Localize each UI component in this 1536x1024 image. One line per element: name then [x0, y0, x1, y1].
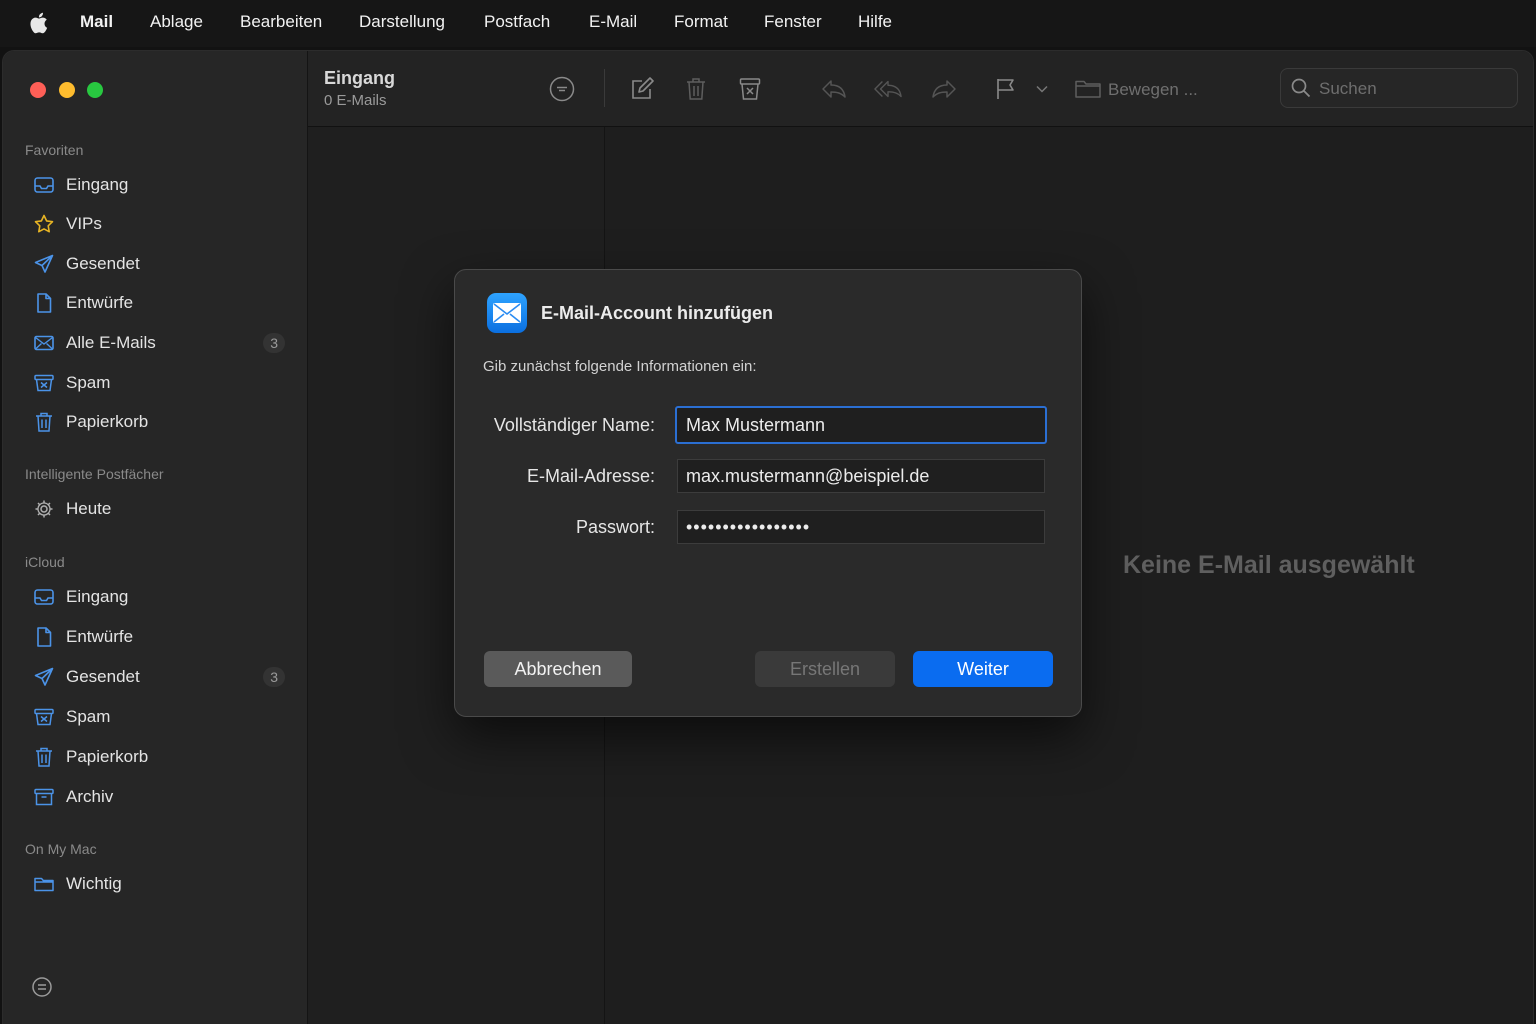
sidebar-item-fav-papierkorb[interactable]: Papierkorb [33, 405, 295, 439]
envelope-icon [33, 332, 55, 354]
compose-icon[interactable] [628, 76, 656, 102]
sidebar-item-label: Wichtig [66, 874, 122, 893]
sidebar-item-label: Spam [66, 373, 111, 392]
sidebar-item-label: Papierkorb [66, 412, 149, 431]
search-placeholder: Suchen [1319, 79, 1377, 98]
mailbox-behavior-icon[interactable] [31, 976, 53, 998]
dialog-title: E-Mail-Account hinzufügen [541, 303, 773, 323]
no-selection-message: Keine E-Mail ausgewählt [1123, 551, 1415, 579]
sidebar-item-label: Eingang [66, 175, 129, 194]
search-field[interactable]: Suchen [1280, 68, 1518, 108]
sidebar-item-heute[interactable]: Heute [33, 492, 295, 526]
add-account-dialog: E-Mail-Account hinzufügen Gib zunächst f… [454, 269, 1082, 717]
email-input[interactable] [677, 459, 1045, 493]
section-title-smart: Intelligente Postfächer [25, 466, 164, 482]
search-icon [1291, 78, 1311, 98]
toolbar: Eingang 0 E-Mails Bewegen ... Suchen [308, 51, 1533, 127]
apple-logo-icon[interactable] [27, 11, 49, 35]
sidebar-item-icloud-spam[interactable]: Spam [33, 700, 295, 734]
password-label: Passwort: [575, 517, 655, 537]
section-title-icloud: iCloud [25, 554, 65, 570]
junk-icon [33, 706, 55, 728]
sidebar-item-label: Alle E-Mails [66, 333, 156, 352]
chevron-down-icon[interactable] [1028, 76, 1056, 102]
sidebar-item-label: Gesendet [66, 667, 140, 686]
inbox-icon [33, 586, 55, 608]
next-button[interactable]: Weiter [913, 651, 1053, 687]
menu-bar: Mail Ablage Bearbeiten Darstellung Postf… [0, 0, 1536, 47]
create-button[interactable]: Erstellen [755, 651, 895, 687]
sidebar-item-label: Entwürfe [66, 627, 134, 646]
menu-hilfe[interactable]: Hilfe [858, 12, 892, 32]
paperplane-icon [33, 253, 55, 275]
trash-icon [33, 746, 55, 768]
dialog-intro: Gib zunächst folgende Informationen ein: [483, 358, 757, 375]
cancel-button[interactable]: Abbrechen [484, 651, 632, 687]
minimize-window-button[interactable] [59, 82, 75, 98]
menu-bearbeiten[interactable]: Bearbeiten [240, 12, 322, 32]
trash-icon [33, 411, 55, 433]
document-icon [33, 626, 55, 648]
sidebar-item-icloud-archiv[interactable]: Archiv [33, 780, 295, 814]
menu-format[interactable]: Format [674, 12, 728, 32]
sidebar-item-label: Eingang [66, 587, 129, 606]
password-input[interactable] [677, 510, 1045, 544]
sidebar-item-wichtig[interactable]: Wichtig [33, 867, 295, 901]
menu-email[interactable]: E-Mail [589, 12, 637, 32]
filter-icon[interactable] [548, 76, 576, 102]
delete-icon[interactable] [682, 76, 710, 102]
archive-icon [33, 786, 55, 808]
sidebar-item-label: Entwürfe [66, 293, 134, 312]
sidebar-item-label: Gesendet [66, 254, 140, 273]
name-label: Vollständiger Name: [493, 415, 655, 435]
document-icon [33, 292, 55, 314]
sidebar-item-icloud-gesendet[interactable]: Gesendet 3 [33, 660, 295, 694]
unread-count-badge: 3 [263, 333, 285, 353]
toolbar-separator [604, 69, 605, 107]
menu-postfach[interactable]: Postfach [484, 12, 550, 32]
menu-fenster[interactable]: Fenster [764, 12, 822, 32]
sidebar-item-label: VIPs [66, 214, 102, 233]
email-label: E-Mail-Adresse: [526, 466, 655, 486]
zoom-window-button[interactable] [87, 82, 103, 98]
sidebar-item-label: Archiv [66, 787, 114, 806]
paperplane-icon [33, 666, 55, 688]
menu-ablage[interactable]: Ablage [150, 12, 203, 32]
sidebar-item-fav-alle-emails[interactable]: Alle E-Mails 3 [33, 326, 295, 360]
forward-icon[interactable] [930, 76, 958, 102]
sidebar-item-label: Papierkorb [66, 747, 149, 766]
sidebar-item-icloud-papierkorb[interactable]: Papierkorb [33, 740, 295, 774]
sidebar-item-fav-vips[interactable]: VIPs [33, 207, 295, 241]
menu-darstellung[interactable]: Darstellung [359, 12, 445, 32]
close-window-button[interactable] [30, 82, 46, 98]
unread-count-badge: 3 [263, 667, 285, 687]
sidebar-item-fav-eingang[interactable]: Eingang [33, 168, 295, 202]
junk-icon[interactable] [736, 76, 764, 102]
reply-icon[interactable] [820, 76, 848, 102]
sidebar-item-icloud-eingang[interactable]: Eingang [33, 580, 295, 614]
gear-icon [33, 498, 55, 520]
star-icon [33, 213, 55, 235]
inbox-icon [33, 174, 55, 196]
mailbox-title: Eingang [324, 68, 395, 88]
junk-icon [33, 372, 55, 394]
move-button-label[interactable]: Bewegen ... [1108, 80, 1198, 100]
sidebar-item-fav-entwuerfe[interactable]: Entwürfe [33, 286, 295, 320]
folder-icon [33, 873, 55, 895]
sidebar: Favoriten Eingang VIPs Gesendet Entwürfe [3, 51, 308, 1024]
reply-all-icon[interactable] [874, 76, 902, 102]
sidebar-item-label: Spam [66, 707, 111, 726]
move-folder-icon[interactable] [1074, 76, 1102, 102]
full-name-input[interactable] [675, 406, 1047, 444]
sidebar-item-label: Heute [66, 499, 112, 518]
mailbox-count: 0 E-Mails [324, 92, 387, 109]
sidebar-item-icloud-entwuerfe[interactable]: Entwürfe [33, 620, 295, 654]
sidebar-item-fav-gesendet[interactable]: Gesendet [33, 247, 295, 281]
mail-app-icon [487, 293, 527, 333]
section-title-onmymac: On My Mac [25, 841, 97, 857]
sidebar-item-fav-spam[interactable]: Spam [33, 366, 295, 400]
section-title-favorites: Favoriten [25, 142, 84, 158]
flag-icon[interactable] [992, 76, 1020, 102]
menu-app-mail[interactable]: Mail [80, 12, 113, 32]
